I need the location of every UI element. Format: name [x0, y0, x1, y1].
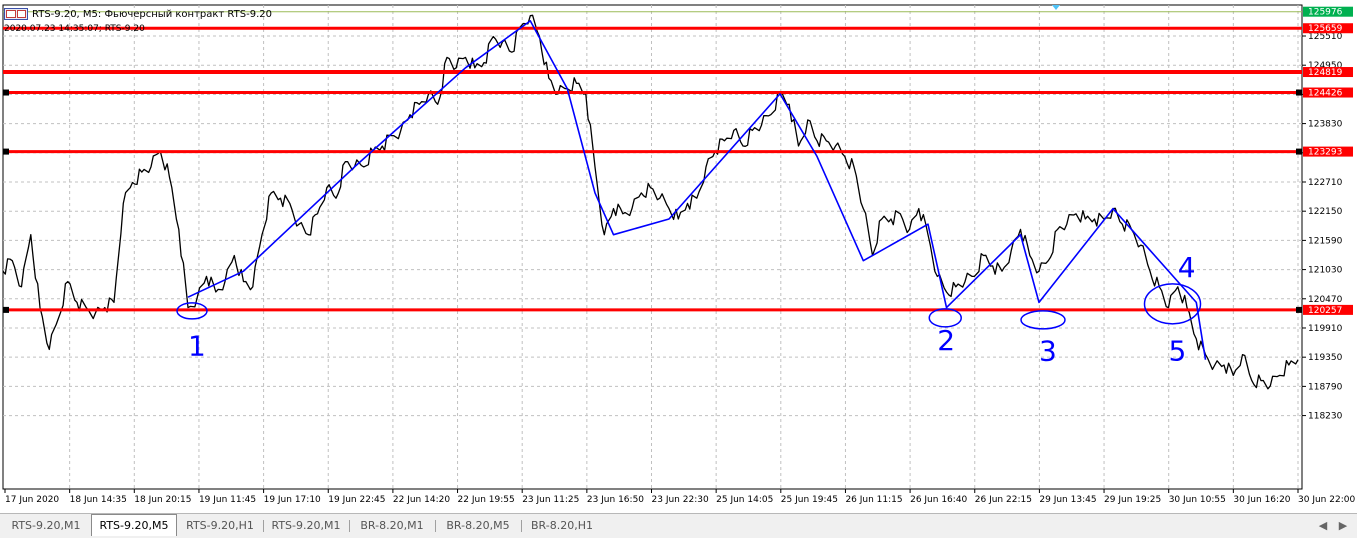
x-tick-label: 30 Jun 16:20: [1233, 495, 1290, 505]
tab-rts-m1[interactable]: RTS-9.20,M1: [6, 516, 86, 534]
x-tick-label: 17 Jun 2020: [5, 495, 59, 505]
price-tag-125976: 125976: [1303, 6, 1353, 18]
y-tick-label: 122710: [1308, 178, 1343, 188]
plot-frame: [2, 4, 1303, 490]
y-tick-label: 118230: [1308, 412, 1343, 422]
x-tick-label: 30 Jun 10:55: [1169, 495, 1226, 505]
y-tick-label: 119350: [1308, 353, 1343, 363]
tab-br-m5[interactable]: BR-8.20,M5: [438, 516, 518, 534]
level-handle-right[interactable]: [1296, 89, 1302, 96]
y-tick-label: 121590: [1308, 236, 1343, 246]
y-tick-label: 121030: [1308, 266, 1343, 276]
x-tick-label: 26 Jun 16:40: [910, 495, 967, 505]
price-tag-label: 123293: [1308, 148, 1342, 158]
level-handle-left[interactable]: [3, 89, 9, 96]
price-tag-120257: 120257: [1303, 304, 1353, 316]
y-tick-label: 119910: [1308, 324, 1343, 334]
chart-timestamp: 2020.07.23 14:35:07; RTS-9.20: [4, 24, 145, 34]
tab-rts-h1[interactable]: RTS-9.20,H1: [180, 516, 260, 534]
annotation-number: 5: [1169, 335, 1187, 368]
annotation-number: 2: [937, 324, 955, 357]
x-tick-label: 25 Jun 14:05: [716, 495, 773, 505]
y-tick-label: 120470: [1308, 295, 1343, 305]
x-tick-label: 29 Jun 13:45: [1039, 495, 1096, 505]
price-tag-label: 124819: [1308, 68, 1343, 78]
y-tick-label: 123830: [1308, 120, 1343, 130]
tab-scroll-right-icon[interactable]: ▶: [1336, 518, 1350, 532]
chart-tab-bar: RTS-9.20,M1 RTS-9.20,M5 RTS-9.20,H1 RTS-…: [0, 513, 1357, 538]
x-tick-label: 23 Jun 22:30: [652, 495, 709, 505]
price-tag-label: 120257: [1308, 306, 1342, 316]
y-tick-label: 122150: [1308, 207, 1343, 217]
x-tick-label: 30 Jun 22:00: [1298, 495, 1355, 505]
price-tag-124819: 124819: [1303, 67, 1353, 78]
price-tag-label: 125659: [1308, 24, 1343, 34]
y-tick-label: 118790: [1308, 382, 1343, 392]
tab-separator: [521, 520, 522, 532]
level-handle-right[interactable]: [1296, 306, 1302, 313]
annotation-number: 3: [1039, 335, 1057, 368]
annotation-number: 4: [1178, 251, 1196, 284]
x-tick-label: 19 Jun 22:45: [328, 495, 385, 505]
x-tick-label: 22 Jun 14:20: [393, 495, 450, 505]
level-handle-left[interactable]: [3, 306, 9, 313]
price-tag-123293: 123293: [1303, 146, 1353, 158]
tab-scroll-left-icon[interactable]: ◀: [1316, 518, 1330, 532]
x-tick-label: 22 Jun 19:55: [458, 495, 515, 505]
x-tick-label: 26 Jun 11:15: [845, 495, 902, 505]
x-tick-label: 23 Jun 16:50: [587, 495, 644, 505]
x-tick-label: 29 Jun 19:25: [1104, 495, 1161, 505]
level-handle-right[interactable]: [1296, 148, 1302, 155]
tab-separator: [435, 520, 436, 532]
price-tag-125659: 125659: [1303, 23, 1353, 34]
x-tick-label: 23 Jun 11:25: [522, 495, 579, 505]
price-tag-label: 124426: [1308, 89, 1343, 99]
price-tag-124426: 124426: [1303, 87, 1353, 99]
tab-separator: [349, 520, 350, 532]
level-handle-left[interactable]: [3, 148, 9, 155]
x-tick-label: 19 Jun 17:10: [264, 495, 321, 505]
tab-br-h1[interactable]: BR-8.20,H1: [524, 516, 600, 534]
price-chart[interactable]: 1255101249501243901238301232701227101221…: [0, 0, 1357, 513]
price-tag-label: 125976: [1308, 8, 1343, 18]
tab-rts-m5[interactable]: RTS-9.20,M5: [91, 514, 177, 536]
x-tick-label: 26 Jun 22:15: [975, 495, 1032, 505]
chart-title: RTS-9.20, M5: Фьючерсный контракт RTS-9.…: [32, 8, 272, 20]
tab-separator: [263, 520, 264, 532]
chart-window-icon: [4, 8, 28, 20]
x-tick-label: 25 Jun 19:45: [781, 495, 838, 505]
chart-header: RTS-9.20, M5: Фьючерсный контракт RTS-9.…: [4, 6, 272, 22]
annotation-number: 1: [188, 329, 206, 362]
x-tick-label: 18 Jun 20:15: [134, 495, 191, 505]
tab-rts-m1-second[interactable]: RTS-9.20,M1: [266, 516, 346, 534]
chart-window[interactable]: 1255101249501243901238301232701227101221…: [0, 0, 1357, 513]
x-tick-label: 19 Jun 11:45: [199, 495, 256, 505]
tab-br-m1[interactable]: BR-8.20,M1: [352, 516, 432, 534]
x-tick-label: 18 Jun 14:35: [70, 495, 127, 505]
